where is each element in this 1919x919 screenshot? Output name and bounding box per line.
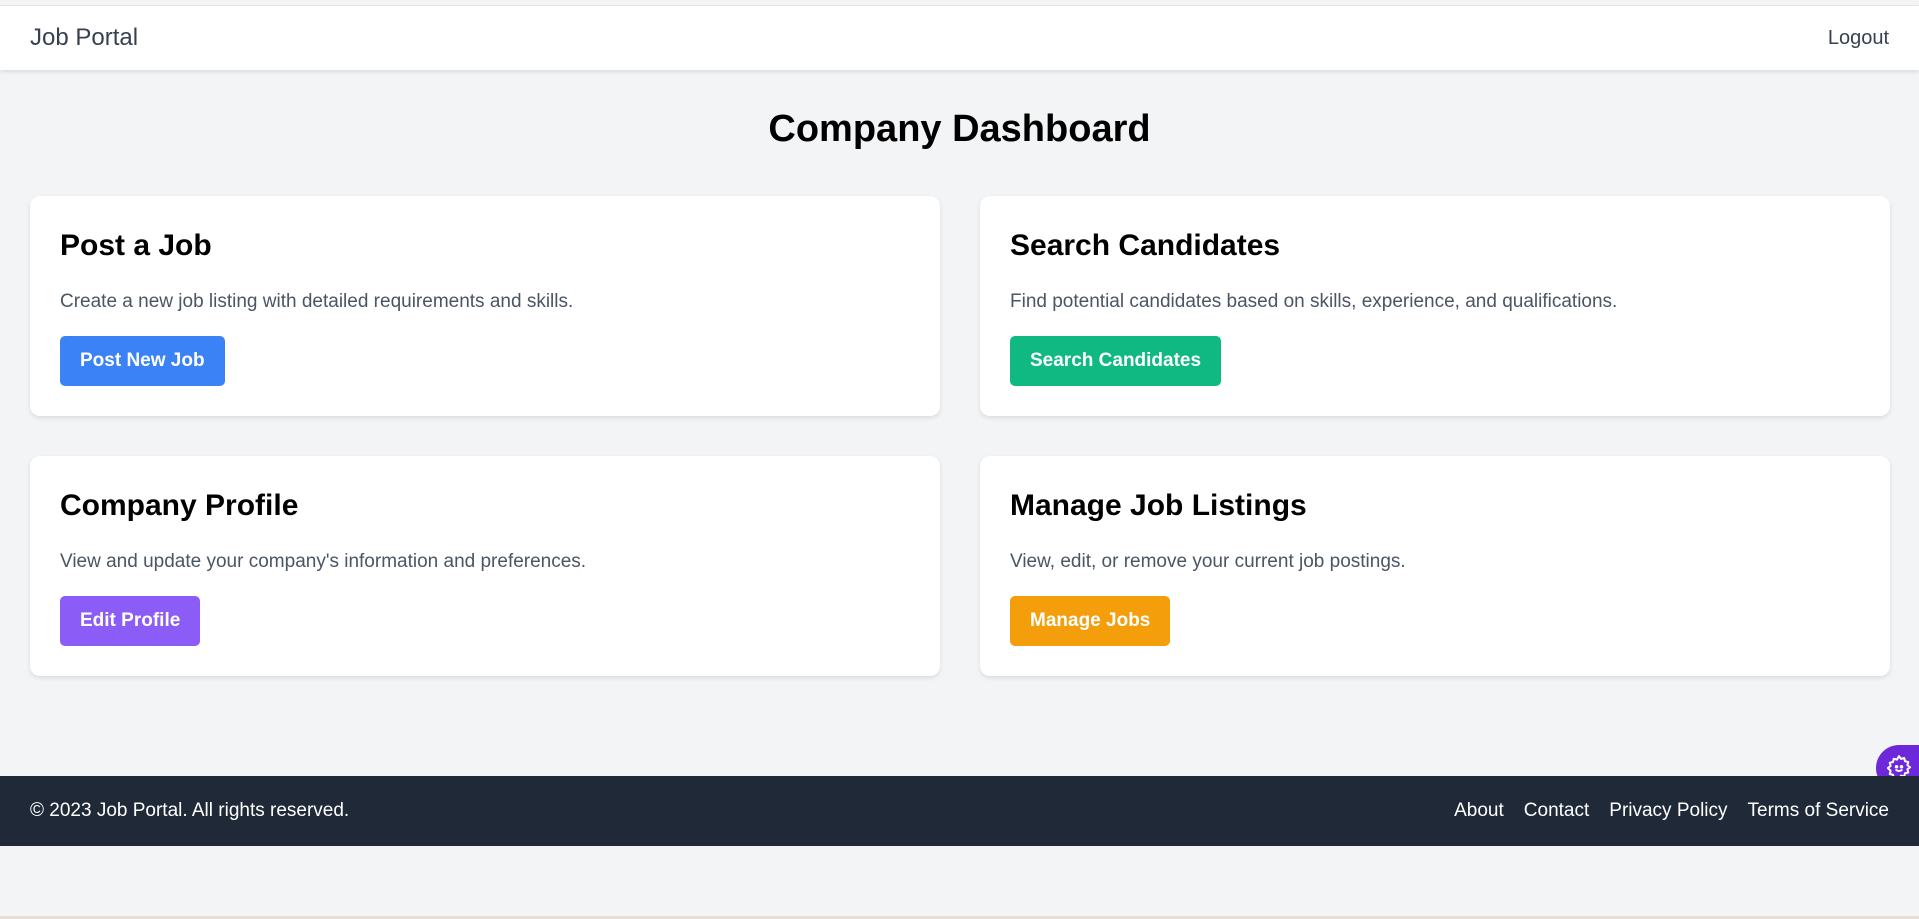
card-title: Post a Job [60,229,212,262]
footer: © 2023 Job Portal. All rights reserved. … [0,776,1919,846]
footer-link-terms-of-service[interactable]: Terms of Service [1748,800,1889,822]
footer-link-contact[interactable]: Contact [1524,800,1589,822]
company-profile-card: Company Profile View and update your com… [30,456,940,676]
card-description: View and update your company's informati… [60,551,587,572]
card-title: Search Candidates [1010,229,1281,262]
search-candidates-card: Search Candidates Find potential candida… [980,196,1890,416]
copyright-text: © 2023 Job Portal. All rights reserved. [30,800,350,821]
footer-links: About Contact Privacy Policy Terms of Se… [1454,800,1889,822]
brand-logo[interactable]: Job Portal [30,24,138,52]
edit-profile-button[interactable]: Edit Profile [60,596,201,646]
card-description: Create a new job listing with detailed r… [60,291,574,312]
logout-link[interactable]: Logout [1828,27,1889,50]
post-job-card: Post a Job Create a new job listing with… [30,196,940,416]
card-title: Company Profile [60,489,299,522]
manage-jobs-button[interactable]: Manage Jobs [1010,596,1171,646]
footer-link-privacy-policy[interactable]: Privacy Policy [1609,800,1727,822]
card-title: Manage Job Listings [1010,489,1307,522]
navbar: Job Portal Logout [0,6,1919,70]
page-title: Company Dashboard [768,108,1151,150]
manage-job-listings-card: Manage Job Listings View, edit, or remov… [980,456,1890,676]
footer-link-about[interactable]: About [1454,800,1504,822]
card-description: View, edit, or remove your current job p… [1010,551,1406,572]
card-description: Find potential candidates based on skill… [1010,291,1618,312]
post-new-job-button[interactable]: Post New Job [60,336,225,386]
search-candidates-button[interactable]: Search Candidates [1010,336,1222,386]
